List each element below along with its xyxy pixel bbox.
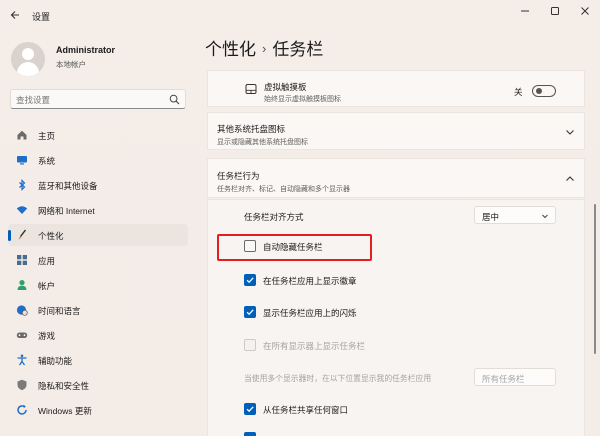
sidebar-item-network[interactable]: 网络和 Internet [8,199,188,221]
user-name: Administrator [56,45,116,55]
scrollbar[interactable] [594,204,596,354]
active-indicator [8,230,11,241]
account-type: 本地帐户 [56,60,86,69]
system-icon [17,156,27,165]
wifi-icon [16,206,28,214]
multi-display-value: 所有任务栏 [482,374,525,384]
avatar[interactable] [11,42,45,76]
touchpad-row: 虚拟触摸板 始终显示虚拟触摸板图标 关 [207,70,585,107]
touchpad-title: 虚拟触摸板 [264,82,307,92]
sidebar-item-label: 系统 [38,156,56,166]
search-box[interactable] [10,89,186,109]
share-window-checkbox[interactable] [244,403,256,415]
behaviors-title: 任务栏行为 [217,171,260,181]
breadcrumb-separator: › [262,41,267,56]
sidebar-item-bluetooth[interactable]: 蓝牙和其他设备 [8,174,188,196]
behaviors-subtitle: 任务栏对齐、标记、自动隐藏和多个显示器 [217,186,350,193]
tray-icons-section[interactable]: 其他系统托盘图标 显示或隐藏其他系统托盘图标 [207,112,585,150]
sidebar-item-apps[interactable]: 应用 [8,249,188,271]
update-icon [17,404,27,415]
accessibility-icon [17,354,27,366]
highlight-box [217,234,372,261]
show-flashing-checkbox[interactable] [244,306,256,318]
sidebar-item-label: 主页 [38,131,56,141]
sidebar-item-accounts[interactable]: 帐户 [8,274,188,296]
multi-display-label: 当使用多个显示器时，在以下位置显示我的任务栏应用 [244,374,432,383]
sidebar-item-label: 辅助功能 [38,356,73,366]
tray-icons-subtitle: 显示或隐藏其他系统托盘图标 [217,139,308,146]
sidebar-item-label: 游戏 [38,331,56,341]
sidebar-item-label: 蓝牙和其他设备 [38,181,98,191]
sidebar-item-label: 应用 [38,256,56,266]
breadcrumb-parent[interactable]: 个性化 [205,40,256,59]
all-displays-label: 在所有显示器上显示任务栏 [263,341,366,351]
sidebar-item-privacy[interactable]: 隐私和安全性 [8,374,188,396]
back-button[interactable] [8,9,22,23]
apps-icon [17,255,27,265]
sidebar-item-label: 网络和 Internet [38,206,95,216]
close-icon [581,7,589,15]
maximize-icon [551,7,559,15]
sidebar-item-label: 个性化 [38,231,64,241]
chevron-down-icon[interactable] [564,126,576,138]
maximize-button[interactable] [544,4,566,24]
touchpad-subtitle: 始终显示虚拟触摸板图标 [264,96,341,103]
checkmark-icon [246,406,254,413]
share-window-label: 从任务栏共享任何窗口 [263,405,349,415]
show-badges-checkbox[interactable] [244,274,256,286]
sidebar-item-windows-update[interactable]: Windows 更新 [8,399,188,421]
minimize-icon [521,10,529,12]
sidebar-item-time-language[interactable]: 时间和语言 [8,299,188,321]
bluetooth-icon [19,179,26,191]
sidebar-item-home[interactable]: 主页 [8,124,188,146]
sidebar-item-label: 时间和语言 [38,306,81,316]
brush-icon [18,229,27,240]
search-input[interactable] [16,93,166,106]
search-icon [169,94,180,105]
breadcrumb: 个性化 › 任务栏 [205,35,323,60]
sidebar-item-personalization[interactable]: 个性化 [8,224,188,246]
app-title: 设置 [32,12,51,22]
touchpad-toggle[interactable] [532,85,556,97]
page-title: 任务栏 [272,40,324,59]
account-icon [17,280,27,290]
chevron-up-icon[interactable] [564,173,576,185]
globe-clock-icon [16,305,28,316]
sidebar-item-system[interactable]: 系统 [8,149,188,171]
back-arrow-icon [10,11,19,19]
title-bar: 设置 [0,0,600,32]
tray-icons-title: 其他系统托盘图标 [217,124,286,134]
settings-window: 设置 Administrator 本地帐户 主页 系统 蓝牙和其他设备 网络和 … [0,0,600,436]
show-flashing-label: 显示任务栏应用上的闪烁 [263,308,357,318]
touchpad-icon [245,84,257,94]
sidebar-item-accessibility[interactable]: 辅助功能 [8,349,188,371]
chevron-down-icon [542,214,548,219]
minimize-button[interactable] [514,4,536,24]
sidebar-item-gaming[interactable]: 游戏 [8,324,188,346]
close-button[interactable] [574,4,596,24]
alignment-label: 任务栏对齐方式 [244,212,304,222]
multi-display-dropdown: 所有任务栏 [474,368,556,386]
show-badges-label: 在任务栏应用上显示徽章 [263,276,357,286]
alignment-value: 居中 [482,212,500,222]
next-option-checkbox[interactable] [244,432,256,436]
alignment-dropdown[interactable]: 居中 [474,206,556,224]
checkmark-icon [246,309,254,316]
checkmark-icon [246,277,254,284]
sidebar-item-label: 隐私和安全性 [38,381,90,391]
gamepad-icon [16,332,28,338]
touchpad-toggle-state: 关 [514,87,523,97]
taskbar-behaviors-header[interactable]: 任务栏行为 任务栏对齐、标记、自动隐藏和多个显示器 [207,158,585,198]
sidebar-item-label: Windows 更新 [38,406,92,416]
sidebar-item-label: 帐户 [38,281,56,291]
shield-icon [17,379,27,391]
all-displays-checkbox [244,339,256,351]
home-icon [17,130,27,140]
